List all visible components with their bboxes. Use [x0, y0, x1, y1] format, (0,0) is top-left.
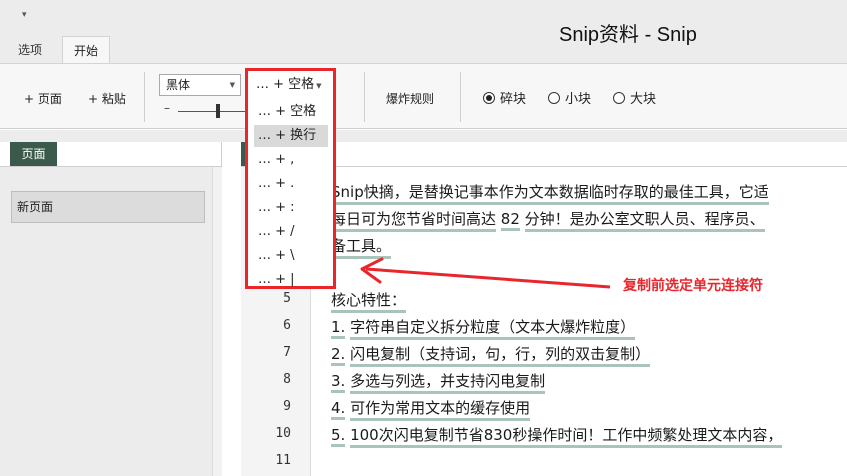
- ribbon-divider: [144, 72, 145, 122]
- radio-label: 小块: [565, 92, 592, 107]
- ribbon: + 页面 + 粘贴 黑体 ▼ – … + 空格▼ 爆炸规则 碎块 小块 大块: [0, 63, 847, 129]
- connector-dropdown: … + 空格 ▼ … + 空格… + 换行… + ,… + .… + :… + /…: [245, 68, 336, 289]
- page-list: 新页面: [0, 167, 222, 476]
- text-line[interactable]: 4. 可作为常用文本的缓存使用: [331, 397, 531, 421]
- connector-option[interactable]: … + ,: [254, 149, 328, 171]
- text-line[interactable]: 5. 100次闪电复制节省830秒操作时间！工作中频繁处理文本内容，: [331, 424, 783, 448]
- page-list-scrollbar[interactable]: [212, 167, 222, 476]
- radio-label: 大块: [630, 92, 657, 107]
- text-token[interactable]: 1.: [331, 318, 346, 339]
- line-number: 5: [283, 291, 291, 306]
- chevron-down-icon: ▼: [229, 81, 235, 89]
- text-token[interactable]: 可作为常用文本的缓存使用: [350, 397, 531, 421]
- radio-small-block[interactable]: 小块: [548, 88, 591, 107]
- text-token[interactable]: 4.: [331, 399, 346, 420]
- pages-tab[interactable]: 页面: [10, 142, 57, 166]
- quick-access-dropdown-icon[interactable]: ▾: [22, 10, 27, 20]
- text-token[interactable]: 2.: [331, 345, 346, 366]
- text-line[interactable]: Snip快摘，是替换记事本作为文本数据临时存取的最佳工具，它适: [331, 181, 769, 205]
- text-line[interactable]: 2. 闪电复制（支持词，句，行，列的双击复制）: [331, 343, 651, 367]
- slider-minus-label: –: [164, 101, 170, 115]
- font-select[interactable]: 黑体 ▼: [159, 74, 241, 96]
- zoom-slider[interactable]: –: [164, 101, 246, 118]
- chevron-down-icon: ▼: [316, 82, 322, 90]
- text-line[interactable]: 3. 多选与列选，并支持闪电复制: [331, 370, 546, 394]
- font-select-value: 黑体: [166, 78, 191, 92]
- title-bar: ▾ Snip资料 - Snip 选项 开始: [0, 0, 847, 64]
- line-number: 6: [283, 318, 291, 333]
- radio-fragment[interactable]: 碎块: [483, 88, 526, 107]
- ribbon-divider: [460, 72, 461, 122]
- connector-dropdown-header-label: … + 空格: [256, 77, 315, 92]
- connector-option[interactable]: … + :: [254, 197, 328, 219]
- line-number: 8: [283, 372, 291, 387]
- annotation-arrow-icon: [360, 257, 611, 289]
- text-line[interactable]: 1. 字符串自定义拆分粒度（文本大爆炸粒度）: [331, 316, 636, 340]
- connector-option[interactable]: … + /: [254, 221, 328, 243]
- text-token[interactable]: 多选与列选，并支持闪电复制: [350, 370, 546, 394]
- line-number: 11: [275, 453, 291, 468]
- radio-checked-icon: [483, 92, 495, 104]
- connector-option[interactable]: … + |: [254, 269, 328, 291]
- text-token[interactable]: Snip快摘，是替换记事本作为文本数据临时存取的最佳工具，它适: [331, 181, 769, 205]
- radio-label: 碎块: [500, 92, 527, 107]
- slider-track: [178, 111, 246, 112]
- ribbon-divider: [364, 72, 365, 122]
- radio-large-block[interactable]: 大块: [613, 88, 656, 107]
- connector-option[interactable]: … + 空格: [254, 101, 328, 123]
- page-list-item[interactable]: 新页面: [11, 191, 205, 223]
- paste-button[interactable]: + 粘贴: [88, 90, 126, 107]
- text-token[interactable]: 闪电复制（支持词，句，行，列的双击复制）: [350, 343, 651, 367]
- pane-gap: [0, 130, 847, 142]
- connector-option[interactable]: … + 换行: [254, 125, 328, 147]
- text-token[interactable]: 100次闪电复制节省830秒操作时间！工作中频繁处理文本内容，: [350, 424, 783, 448]
- line-number: 9: [283, 399, 291, 414]
- connector-option[interactable]: … + \: [254, 245, 328, 267]
- slider-thumb[interactable]: [216, 104, 220, 118]
- text-line[interactable]: 每日可为您节省时间高达 82 分钟！是办公室文职人员、程序员、: [331, 208, 765, 232]
- text-token[interactable]: 5.: [331, 426, 346, 447]
- text-token[interactable]: 3.: [331, 372, 346, 393]
- tab-start[interactable]: 开始: [62, 36, 110, 64]
- radio-unchecked-icon: [548, 92, 560, 104]
- connector-dropdown-header[interactable]: … + 空格 ▼: [256, 73, 322, 92]
- window-title: Snip资料 - Snip: [559, 24, 697, 46]
- radio-unchecked-icon: [613, 92, 625, 104]
- line-number: 10: [275, 426, 291, 441]
- explode-rules-button[interactable]: 爆炸规则: [386, 90, 434, 107]
- text-token[interactable]: 82: [500, 210, 520, 231]
- connector-option[interactable]: … + .: [254, 173, 328, 195]
- pages-pane: 页面 新页面: [0, 142, 222, 476]
- text-token[interactable]: 分钟！是办公室文职人员、程序员、: [524, 208, 765, 232]
- text-token[interactable]: 字符串自定义拆分粒度（文本大爆炸粒度）: [350, 316, 636, 340]
- tab-options[interactable]: 选项: [6, 36, 54, 64]
- line-number: 7: [283, 345, 291, 360]
- annotation-label: 复制前选定单元连接符: [623, 278, 763, 294]
- add-page-button[interactable]: + 页面: [24, 90, 62, 107]
- text-token[interactable]: 每日可为您节省时间高达: [331, 208, 497, 232]
